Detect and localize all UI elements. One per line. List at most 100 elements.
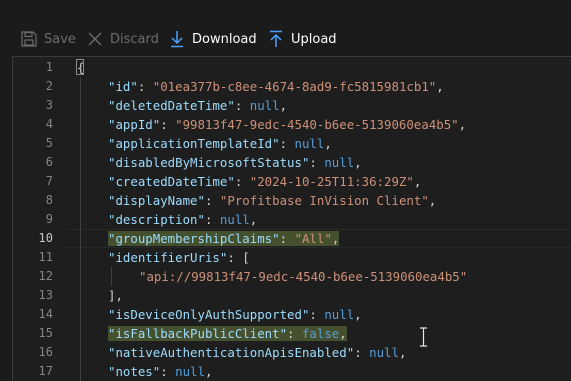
line-number: 8 (45, 193, 53, 207)
code-token: , (331, 231, 340, 246)
code-line: "appId": "99813f47-9edc-4540-b6ee-513906… (108, 115, 466, 134)
code-token: , (436, 79, 444, 94)
download-label: Download (192, 31, 257, 47)
code-token: "applicationTemplateId" (108, 136, 280, 151)
code-token: "api://99813f47-9edc-4540-b6ee-5139060ea… (139, 269, 468, 284)
code-line: "applicationTemplateId": null, (108, 134, 332, 153)
code-line: "isFallbackPublicClient": false, (108, 324, 347, 343)
code-line: "description": null, (108, 210, 257, 229)
code-token: , (398, 345, 407, 360)
code-token: : (204, 212, 220, 227)
line-number: 9 (45, 212, 53, 226)
code-token: , (324, 136, 332, 151)
indent-guide (80, 77, 81, 381)
line-number: 4 (45, 117, 53, 131)
code-token: "Profitbase InVision Client" (219, 193, 429, 208)
code-token: null (294, 136, 325, 151)
code-line: "groupMembershipClaims": "All", (108, 229, 340, 248)
code-line: "createdDateTime": "2024-10-25T11:36:29Z… (108, 172, 421, 191)
line-number: 16 (38, 345, 53, 359)
upload-button[interactable]: Upload (267, 28, 337, 50)
code-token: : (354, 345, 370, 360)
line-number: 12 (38, 269, 53, 283)
code-token: : (309, 307, 325, 322)
code-line: "nativeAuthenticationApisEnabled": null, (108, 343, 406, 362)
line-number: 14 (38, 307, 53, 321)
indent-guide (111, 267, 112, 286)
code-token: : (204, 193, 220, 208)
line-number: 2 (45, 79, 53, 93)
code-token: "appId" (108, 117, 161, 132)
line-number: 3 (45, 98, 53, 112)
code-token: : (160, 364, 176, 379)
code-token: , (428, 193, 437, 208)
code-token: , (354, 155, 362, 170)
code-token: null (324, 307, 355, 322)
code-token: "nativeAuthenticationApisEnabled" (108, 345, 355, 360)
code-token: "id" (108, 79, 138, 94)
code-token: "All" (294, 231, 332, 246)
code-token: null (324, 155, 355, 170)
code-line: "identifierUris": [ (108, 248, 250, 267)
code-token: "disabledByMicrosoftStatus" (108, 155, 310, 170)
code-line: ], (108, 286, 123, 305)
code-token: "deletedDateTime" (108, 98, 235, 113)
line-number: 11 (38, 250, 53, 264)
line-number: 10 (38, 231, 53, 245)
code-token: : [ (227, 250, 250, 265)
code-line: "displayName": "Profitbase InVision Clie… (108, 191, 436, 210)
code-token: "identifierUris" (108, 250, 228, 265)
code-token: : (279, 231, 295, 246)
json-editor[interactable]: 1 2 3 4 5 6 7 8 9 10 11 12 13 14 15 16 17 {"id": "01ea37… (12, 56, 571, 381)
code-token: : (279, 136, 295, 151)
code-token: "01ea377b-c8ee-4674-8ad9-fc5815981cb1" (152, 79, 437, 94)
code-token: "2024-10-25T11:36:29Z" (249, 174, 414, 189)
code-token: , (204, 364, 213, 379)
discard-label: Discard (110, 31, 159, 47)
line-number: 17 (38, 364, 53, 378)
code-token: : (309, 155, 325, 170)
code-line: "isDeviceOnlyAuthSupported": null, (108, 305, 362, 324)
code-token: , (279, 98, 288, 113)
code-token: "createdDateTime" (108, 174, 235, 189)
upload-icon (267, 30, 285, 48)
bracket-match-box (76, 59, 84, 75)
code-token: "isDeviceOnlyAuthSupported" (108, 307, 310, 322)
line-number: 7 (45, 174, 53, 188)
line-number: 13 (38, 288, 53, 302)
download-button[interactable]: Download (168, 28, 257, 50)
discard-button[interactable]: Discard (86, 28, 159, 50)
code-token: , (413, 174, 422, 189)
code-token: null (219, 212, 250, 227)
code-line: "deletedDateTime": null, (108, 96, 287, 115)
line-number: 15 (38, 326, 53, 340)
code-token: "displayName" (108, 193, 205, 208)
code-token: null (249, 98, 280, 113)
upload-label: Upload (291, 31, 337, 47)
code-token: ], (108, 288, 123, 303)
code-token: : (234, 174, 250, 189)
code-token: "notes" (108, 364, 161, 379)
code-token: "99813f47-9edc-4540-b6ee-5139060ea4b5" (175, 117, 459, 132)
code-token: , (354, 307, 362, 322)
code-line: "id": "01ea377b-c8ee-4674-8ad9-fc5815981… (108, 77, 444, 96)
code-token: false (301, 326, 340, 341)
close-icon (86, 30, 104, 48)
code-token: "isFallbackPublicClient" (108, 326, 288, 341)
line-number: 6 (45, 155, 53, 169)
code-token: , (339, 326, 347, 341)
code-token: : (287, 326, 302, 341)
text-cursor-icon (420, 327, 427, 347)
code-token: : (160, 117, 176, 132)
code-token: , (249, 212, 258, 227)
line-number: 1 (45, 60, 53, 74)
code-token: "description" (108, 212, 205, 227)
line-number-gutter: 1 2 3 4 5 6 7 8 9 10 11 12 13 14 15 16 17 (13, 57, 65, 381)
save-button[interactable]: Save (20, 28, 76, 50)
download-icon (168, 30, 186, 48)
code-line: "disabledByMicrosoftStatus": null, (108, 153, 362, 172)
save-label: Save (44, 31, 76, 47)
toolbar: Save Discard Download Upload (0, 0, 571, 56)
code-line: "notes": null, (108, 362, 212, 381)
code-token: null (369, 345, 399, 360)
